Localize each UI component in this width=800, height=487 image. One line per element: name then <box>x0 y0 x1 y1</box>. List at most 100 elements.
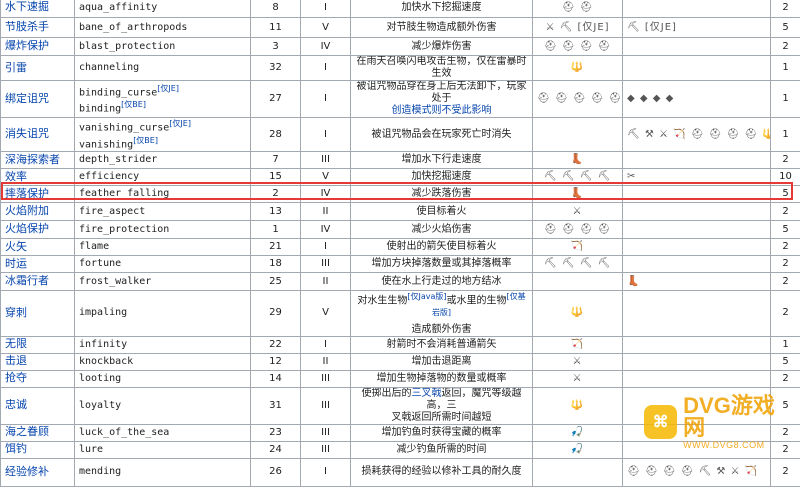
description-text: 减少钓鱼所需的时间 <box>397 444 487 455</box>
enchantment-id: depth_strider <box>79 154 157 165</box>
secondary-items-cell: ⛑ ⛑ ⛑ ⛑ ⛏ ⚒ ⚔ 🏹 <box>623 458 771 486</box>
enchantment-name-cell: 摔落保护 <box>1 186 75 203</box>
site-watermark: ⌘ DVG游戏网 WWW.DVG8.COM <box>644 399 794 445</box>
enchantment-id: blast_protection <box>79 41 175 52</box>
table-row: 无限infinity22I射箭时不会消耗普通箭矢🏹1 <box>1 336 800 353</box>
enchantment-id: looting <box>79 373 121 384</box>
edition-tag[interactable]: [仅JE] <box>157 84 179 93</box>
edition-tag[interactable]: [仅BE] <box>121 100 146 109</box>
enchantment-name-link[interactable]: 火焰附加 <box>5 204 49 217</box>
trident-link[interactable]: 三叉戟 <box>412 388 442 399</box>
enchantment-name-link[interactable]: 火焰保护 <box>5 222 49 235</box>
gamepad-logo-icon: ⌘ <box>644 405 677 439</box>
enchantment-name-link[interactable]: 忠诚 <box>5 398 27 411</box>
enchantment-name-link[interactable]: 深海探索者 <box>5 153 60 166</box>
description-text-line2: 造成额外伤害 <box>412 324 472 335</box>
enchantment-id: loyalty <box>79 400 121 411</box>
primary-items-cell: ⚔ <box>533 370 623 387</box>
creative-mode-link[interactable]: 创造模式则不受此影响 <box>392 105 492 116</box>
enchantment-name-link[interactable]: 冰霜行者 <box>5 274 49 287</box>
max-level-cell: I <box>301 239 351 256</box>
description-text: 对水生生物 <box>357 295 407 306</box>
enchantment-id: fire_aspect <box>79 206 145 217</box>
enchantment-id-cell: frost_walker <box>75 273 251 291</box>
enchantment-name-link[interactable]: 爆炸保护 <box>5 39 49 52</box>
enchantment-id-cell: channeling <box>75 56 251 81</box>
enchantment-name-link[interactable]: 消失诅咒 <box>5 127 49 140</box>
primary-items-cell: 🏹 <box>533 336 623 353</box>
enchantment-name-link[interactable]: 效率 <box>5 170 27 183</box>
enchantment-name-link[interactable]: 火矢 <box>5 240 27 253</box>
description-cell: 对水生生物[仅Java版]或水里的生物[仅基岩版]造成额外伤害 <box>351 291 533 337</box>
enchantment-name-cell: 饵钓 <box>1 441 75 458</box>
enchantment-name-link[interactable]: 引雷 <box>5 61 27 74</box>
description-text: 在雨天召唤闪电攻击生物，仅在雷暴时生效 <box>357 56 527 79</box>
enchantment-name-link[interactable]: 无限 <box>5 337 27 350</box>
table-row: 消失诅咒vanishing_curse[仅JE]vanishing[仅BE]28… <box>1 118 800 152</box>
enchantment-name-link[interactable]: 水下速掘 <box>5 0 49 13</box>
enchantment-id-cell: depth_strider <box>75 152 251 169</box>
weight-cell: 2 <box>771 256 800 273</box>
enchantment-name-link[interactable]: 海之眷顾 <box>5 425 49 438</box>
enchantment-id-cell: fire_aspect <box>75 203 251 221</box>
enchantment-id: bane_of_arthropods <box>79 22 187 33</box>
table-row: 抢夺looting14III增加生物掉落物的数量或概率⚔2 <box>1 370 800 387</box>
edition-tag[interactable]: [仅JE] <box>169 119 191 128</box>
primary-items-cell: 👢 <box>533 152 623 169</box>
enchantment-name-cell: 时运 <box>1 256 75 273</box>
enchantment-id-cell: infinity <box>75 336 251 353</box>
edition-tag[interactable]: [仅Java版] <box>407 292 446 301</box>
numeric-id-cell: 21 <box>251 239 301 256</box>
description-text: 加快挖掘速度 <box>412 171 472 182</box>
enchantment-name-link[interactable]: 节肢杀手 <box>5 20 49 33</box>
enchantment-name-link[interactable]: 绑定诅咒 <box>5 92 49 105</box>
max-level-cell: III <box>301 424 351 441</box>
primary-items-cell: 🔱 <box>533 291 623 337</box>
weight-cell: 2 <box>771 38 800 56</box>
numeric-id-cell: 12 <box>251 353 301 370</box>
weight-cell: 2 <box>771 0 800 18</box>
enchantment-name-cell: 节肢杀手 <box>1 18 75 38</box>
enchantment-name-link[interactable]: 时运 <box>5 257 27 270</box>
table-row: 经验修补mending26I损耗获得的经验以修补工具的耐久度⛑ ⛑ ⛑ ⛑ ⛏ … <box>1 458 800 486</box>
table-row: 摔落保护feather_falling2IV减少跌落伤害👢5 <box>1 186 800 203</box>
enchantment-id-cell: fire_protection <box>75 221 251 239</box>
description-cell: 增加方块掉落数量或其掉落概率 <box>351 256 533 273</box>
primary-items-cell: ⛏ ⛏ ⛏ ⛏ <box>533 256 623 273</box>
enchantment-name-link[interactable]: 摔落保护 <box>5 187 49 200</box>
weight-cell: 1 <box>771 81 800 118</box>
description-text-mid: 或水里的生物 <box>447 295 507 306</box>
primary-items-cell: ⚔ ⛏ [仅JE] <box>533 18 623 38</box>
table-row: 击退knockback12II增加击退距离⚔5 <box>1 353 800 370</box>
weight-cell: 5 <box>771 221 800 239</box>
description-cell: 增加生物掉落物的数量或概率 <box>351 370 533 387</box>
edition-tag[interactable]: [仅BE] <box>133 136 158 145</box>
numeric-id-cell: 3 <box>251 38 301 56</box>
primary-items-cell: ⛑ ⛑ ⛑ ⛑ <box>533 221 623 239</box>
numeric-id-cell: 31 <box>251 387 301 424</box>
numeric-id-cell: 22 <box>251 336 301 353</box>
enchantment-name-link[interactable]: 击退 <box>5 354 27 367</box>
secondary-items-cell: ✂ <box>623 169 771 186</box>
description-text: 减少爆炸伤害 <box>412 41 472 52</box>
description-text: 使目标着火 <box>417 206 467 217</box>
description-text: 使在水上行走过的地方结冰 <box>382 276 502 287</box>
primary-items-cell: 🔱 <box>533 387 623 424</box>
weight-cell: 5 <box>771 353 800 370</box>
enchantment-name-cell: 消失诅咒 <box>1 118 75 152</box>
enchantment-name-link[interactable]: 抢夺 <box>5 371 27 384</box>
enchantment-id: channeling <box>79 62 139 73</box>
secondary-items-cell <box>623 336 771 353</box>
numeric-id-cell: 29 <box>251 291 301 337</box>
weight-cell: 2 <box>771 203 800 221</box>
enchantment-name-cell: 爆炸保护 <box>1 38 75 56</box>
numeric-id-cell: 27 <box>251 81 301 118</box>
description-text: 使射出的箭矢使目标着火 <box>387 241 497 252</box>
enchantment-name-link[interactable]: 穿刺 <box>5 306 27 319</box>
max-level-cell: III <box>301 387 351 424</box>
primary-items-cell <box>533 273 623 291</box>
description-cell: 增加水下行走速度 <box>351 152 533 169</box>
description-text: 增加钓鱼时获得宝藏的概率 <box>382 427 502 438</box>
max-level-cell: I <box>301 118 351 152</box>
enchantment-name-link[interactable]: 经验修补 <box>5 465 49 478</box>
